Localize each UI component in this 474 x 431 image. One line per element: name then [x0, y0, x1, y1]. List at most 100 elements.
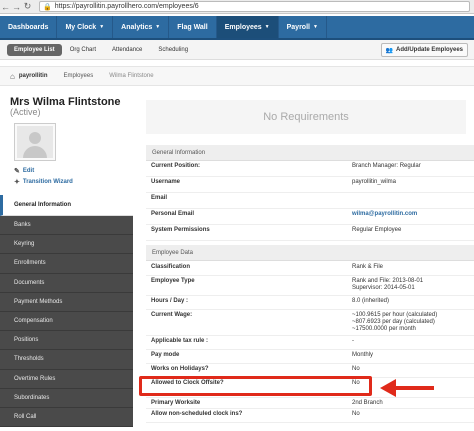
breadcrumb-root[interactable]: payrollitin — [19, 73, 48, 79]
field-row-classification: Classification Rank & File — [146, 262, 474, 276]
nav-label: Flag Wall — [177, 23, 208, 31]
sidebar-item-subordinates[interactable]: Subordinates — [0, 388, 133, 408]
field-label: Employee Type — [151, 278, 195, 284]
field-label: Personal Email — [151, 211, 195, 217]
field-row-employee-type: Employee Type Rank and File: 2013-08-01 S… — [146, 276, 474, 296]
sidebar-item-thresholds[interactable]: Thresholds — [0, 350, 133, 370]
field-row-current-position: Current Position: Branch Manager: Regular — [146, 161, 474, 177]
nav-employees[interactable]: Employees ▼ — [216, 16, 279, 38]
subnav-scheduling[interactable]: Scheduling — [150, 47, 196, 53]
field-label: Pay mode — [151, 352, 180, 358]
field-row-username: Username payrollitin_wilma — [146, 177, 474, 193]
home-icon[interactable]: ⌂ — [10, 72, 15, 81]
field-row-email: Email — [146, 193, 474, 209]
employee-data-header: Employee Data — [146, 245, 474, 261]
sidebar-item-payment-methods[interactable]: Payment Methods — [0, 292, 133, 312]
field-row-current-wage: Current Wage: ~100.9615 per hour (calcula… — [146, 310, 474, 336]
address-bar[interactable]: 🔒 https://payrollitin.payrollhero.com/em… — [39, 1, 470, 12]
caret-down-icon: ▼ — [312, 24, 318, 30]
forward-icon[interactable]: → — [11, 1, 22, 12]
wand-icon: ✦ — [14, 179, 20, 186]
field-label: Current Wage: — [151, 312, 193, 318]
highlight-box — [139, 376, 372, 396]
edit-link[interactable]: ✎ Edit — [14, 167, 34, 175]
sidebar-item-compensation[interactable]: Compensation — [0, 311, 133, 332]
field-label: Current Position: — [151, 163, 200, 169]
field-label: System Permissions — [151, 227, 210, 233]
people-icon: 👥 — [385, 47, 393, 54]
sidebar-item-banks[interactable]: Banks — [0, 216, 133, 236]
field-value: Rank & File — [352, 264, 384, 270]
add-update-employees-button[interactable]: 👥 Add/Update Employees — [380, 43, 468, 57]
caret-down-icon: ▼ — [99, 24, 105, 30]
nav-payroll[interactable]: Payroll ▼ — [279, 16, 327, 38]
sidebar-item-roll-call[interactable]: Roll Call — [0, 407, 133, 428]
subnav-org-chart[interactable]: Org Chart — [62, 47, 104, 53]
transition-wizard-link[interactable]: ✦ Transition Wizard — [14, 178, 73, 186]
red-arrow-icon — [380, 379, 434, 397]
field-row-system-permissions: System Permissions Regular Employee — [146, 225, 474, 241]
sidebar-item-documents[interactable]: Documents — [0, 273, 133, 293]
field-value[interactable]: wilma@payrollitin.com — [352, 211, 417, 218]
field-row-pay-mode: Pay mode Monthly — [146, 350, 474, 364]
no-requirements-panel: No Requirements — [146, 100, 466, 134]
field-value: Monthly — [352, 352, 374, 358]
field-label: Allow non-scheduled clock ins? — [151, 411, 243, 417]
sidebar-item-positions[interactable]: Positions — [0, 331, 133, 351]
sidebar-item-keyring[interactable]: Keyring — [0, 235, 133, 255]
field-row-primary-worksite: Primary Worksite 2nd Branch — [146, 398, 474, 409]
breadcrumb: ⌂ payrollitin Employees Wilma Flintstone — [0, 66, 474, 86]
field-value: No — [352, 366, 360, 372]
page: ← → ↻ 🔒 https://payrollitin.payrollhero.… — [0, 0, 474, 431]
field-value: ~100.9615 per hour (calculated) ~807.692… — [352, 312, 438, 332]
general-information-header: General Information — [146, 145, 474, 161]
nav-label: My Clock — [65, 23, 97, 31]
field-row-hours-day: Hours / Day : 8.0 (inherited) — [146, 296, 474, 310]
employee-status: (Active) — [10, 107, 41, 117]
add-update-employees-label: Add/Update Employees — [395, 47, 463, 53]
field-label: Username — [151, 179, 181, 185]
edit-label: Edit — [22, 168, 35, 174]
field-value: 2nd Branch — [352, 400, 383, 406]
field-label: Hours / Day : — [151, 298, 189, 304]
field-value: Regular Employee — [352, 227, 402, 233]
reload-icon[interactable]: ↻ — [22, 1, 33, 12]
field-value: No — [352, 411, 360, 417]
caret-down-icon: ▼ — [155, 24, 161, 30]
sub-nav: Employee List Org Chart Attendance Sched… — [0, 40, 474, 60]
edit-icon: ✎ — [14, 168, 20, 175]
field-value: payrollitin_wilma — [352, 179, 397, 185]
field-value: - — [352, 338, 354, 344]
field-row-allow-non-scheduled-clock-ins: Allow non-scheduled clock ins? No — [146, 409, 474, 423]
subnav-employee-list[interactable]: Employee List — [7, 43, 62, 56]
nav-label: Dashboards — [8, 23, 49, 31]
nav-flag-wall[interactable]: Flag Wall — [169, 16, 217, 38]
back-icon[interactable]: ← — [0, 1, 11, 12]
nav-analytics[interactable]: Analytics ▼ — [113, 16, 170, 38]
field-row-personal-email: Personal Email wilma@payrollitin.com — [146, 209, 474, 225]
sidebar-item-enrollments[interactable]: Enrollments — [0, 254, 133, 274]
breadcrumb-current: Wilma Flintstone — [109, 73, 154, 79]
field-label: Classification — [151, 264, 191, 270]
nav-label: Employees — [224, 23, 262, 31]
nav-label: Payroll — [286, 23, 310, 31]
field-row-applicable-tax-rule: Applicable tax rule : - — [146, 336, 474, 350]
url-text: https://payrollitin.payrollhero.com/empl… — [54, 3, 199, 10]
subnav-attendance[interactable]: Attendance — [104, 47, 150, 53]
sidebar-item-overtime-rules[interactable]: Overtime Rules — [0, 369, 133, 389]
lock-icon: 🔒 — [43, 3, 52, 11]
field-value: Rank and File: 2013-08-01 Supervisor: 20… — [352, 278, 424, 291]
nav-label: Analytics — [121, 23, 153, 31]
field-label: Works on Holidays? — [151, 366, 209, 372]
avatar — [14, 123, 56, 161]
breadcrumb-employees[interactable]: Employees — [64, 73, 94, 79]
sidebar-menu: General Information Banks Keyring Enrollmen… — [0, 195, 133, 428]
nav-dashboards[interactable]: Dashboards — [0, 16, 58, 38]
avatar-placeholder-icon — [17, 126, 53, 158]
nav-my-clock[interactable]: My Clock ▼ — [57, 16, 114, 38]
field-value: Branch Manager: Regular — [352, 163, 421, 169]
field-label: Email — [151, 195, 168, 201]
field-label: Primary Worksite — [151, 400, 201, 406]
sidebar-item-general-information[interactable]: General Information — [0, 195, 133, 216]
transition-wizard-label: Transition Wizard — [22, 179, 73, 185]
